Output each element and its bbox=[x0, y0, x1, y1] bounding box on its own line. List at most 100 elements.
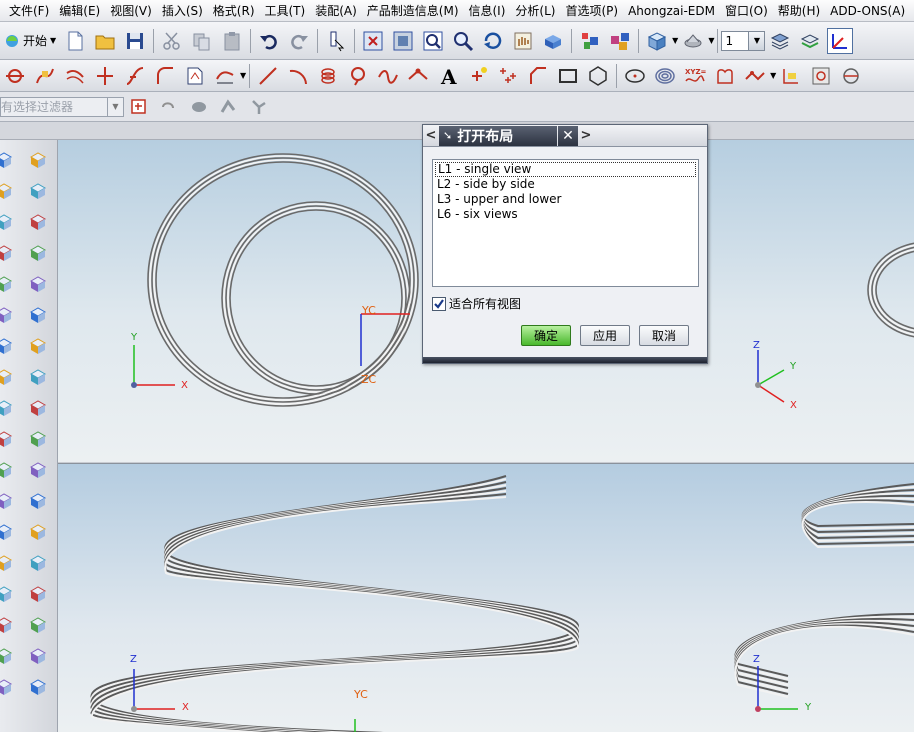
point-set-button[interactable] bbox=[465, 63, 491, 89]
ellipse-button[interactable] bbox=[622, 63, 648, 89]
chevron-down-icon[interactable]: ▼ bbox=[708, 36, 714, 45]
groove-button[interactable] bbox=[26, 303, 50, 327]
layout-list[interactable]: L1 - single view L2 - side by side L3 - … bbox=[432, 159, 699, 287]
point-button[interactable] bbox=[2, 63, 28, 89]
move-to-layer-button[interactable] bbox=[797, 28, 823, 54]
zoom-window-button[interactable] bbox=[390, 28, 416, 54]
snap-point-button[interactable] bbox=[126, 94, 152, 120]
menu-edit[interactable]: 编辑(E) bbox=[54, 0, 105, 22]
move-face-button[interactable] bbox=[26, 613, 50, 637]
extract-curve-button[interactable] bbox=[838, 63, 864, 89]
subtract-button[interactable] bbox=[0, 520, 16, 544]
paste-button[interactable] bbox=[219, 28, 245, 54]
intersect-button[interactable] bbox=[26, 520, 50, 544]
cone-button[interactable] bbox=[0, 210, 16, 234]
boss-button[interactable] bbox=[26, 241, 50, 265]
wcs-button[interactable] bbox=[827, 27, 854, 54]
assembly-button[interactable] bbox=[577, 28, 603, 54]
sew-button[interactable] bbox=[0, 489, 16, 513]
arc-button[interactable] bbox=[285, 63, 311, 89]
rotate-button[interactable] bbox=[480, 28, 506, 54]
menu-help[interactable]: 帮助(H) bbox=[773, 0, 825, 22]
open-file-button[interactable] bbox=[92, 28, 118, 54]
menu-analysis[interactable]: 分析(L) bbox=[510, 0, 560, 22]
apply-button[interactable]: 应用 bbox=[580, 325, 630, 346]
bridge-curve-button[interactable] bbox=[122, 63, 148, 89]
menu-window[interactable]: 窗口(O) bbox=[720, 0, 773, 22]
cylinder-button[interactable] bbox=[26, 179, 50, 203]
spline-button[interactable] bbox=[32, 63, 58, 89]
menu-addons[interactable]: ADD-ONS(A) bbox=[825, 0, 910, 22]
text-button[interactable]: A bbox=[435, 63, 461, 89]
chevron-down-icon[interactable]: ▼ bbox=[107, 97, 123, 116]
save-button[interactable] bbox=[122, 28, 148, 54]
menu-assembly[interactable]: 装配(A) bbox=[310, 0, 362, 22]
revolve-button[interactable] bbox=[26, 148, 50, 172]
fit-view-button[interactable] bbox=[360, 28, 386, 54]
redo-button[interactable] bbox=[286, 28, 312, 54]
layout-option-l1[interactable]: L1 - single view bbox=[435, 162, 696, 177]
components-button[interactable] bbox=[607, 28, 633, 54]
select-info-button[interactable] bbox=[323, 28, 349, 54]
undo-selection-button[interactable] bbox=[156, 94, 182, 120]
revolve-button[interactable] bbox=[0, 675, 16, 699]
start-button[interactable]: 开始 ▼ bbox=[0, 28, 60, 54]
select-body-button[interactable] bbox=[186, 94, 212, 120]
ok-button[interactable]: 确定 bbox=[521, 325, 571, 346]
copy-button[interactable] bbox=[189, 28, 215, 54]
slot-button[interactable] bbox=[0, 303, 16, 327]
sphere-button[interactable] bbox=[26, 210, 50, 234]
chevron-down-icon[interactable]: ▼ bbox=[672, 36, 678, 45]
fit-all-views-option[interactable]: 适合所有视图 bbox=[432, 295, 521, 312]
menu-tools[interactable]: 工具(T) bbox=[260, 0, 311, 22]
line-button[interactable] bbox=[255, 63, 281, 89]
chevron-down-icon[interactable]: ▼ bbox=[748, 31, 765, 50]
shading-button[interactable] bbox=[540, 28, 566, 54]
draft-button[interactable] bbox=[26, 365, 50, 389]
zoom-area-button[interactable] bbox=[420, 28, 446, 54]
undo-button[interactable] bbox=[256, 28, 282, 54]
type-filter-select[interactable]: 有选择过滤器 ▼ bbox=[0, 96, 124, 117]
sketch-shape-button[interactable] bbox=[712, 63, 738, 89]
chevron-right-icon[interactable]: > bbox=[578, 126, 594, 146]
section-curve-button[interactable] bbox=[778, 63, 804, 89]
new-file-button[interactable] bbox=[62, 28, 88, 54]
pocket-button[interactable] bbox=[0, 272, 16, 296]
layout-option-l3[interactable]: L3 - upper and lower bbox=[435, 192, 696, 207]
edge-blend-button[interactable] bbox=[0, 334, 16, 358]
trim-curve-button[interactable] bbox=[92, 63, 118, 89]
offset-face-button[interactable] bbox=[0, 458, 16, 482]
pattern-button[interactable] bbox=[26, 396, 50, 420]
fit-all-views-checkbox[interactable] bbox=[432, 296, 446, 311]
menu-preferences[interactable]: 首选项(P) bbox=[560, 0, 623, 22]
wave-curve-button[interactable] bbox=[375, 63, 401, 89]
menu-format[interactable]: 格式(R) bbox=[208, 0, 260, 22]
select-component-button[interactable] bbox=[246, 94, 272, 120]
shell-button[interactable] bbox=[0, 365, 16, 389]
thicken-button[interactable] bbox=[26, 458, 50, 482]
circle-button[interactable] bbox=[345, 63, 371, 89]
studio-spline-button[interactable] bbox=[405, 63, 431, 89]
law-curve-button[interactable]: XYZ= bbox=[682, 63, 708, 89]
unite-button[interactable] bbox=[26, 489, 50, 513]
face-blend-button[interactable] bbox=[0, 613, 16, 637]
tube-button[interactable] bbox=[26, 551, 50, 575]
sketch-button[interactable] bbox=[182, 63, 208, 89]
cut-button[interactable] bbox=[159, 28, 185, 54]
layout-option-l6[interactable]: L6 - six views bbox=[435, 207, 696, 222]
points-button[interactable] bbox=[495, 63, 521, 89]
menu-file[interactable]: 文件(F) bbox=[4, 0, 54, 22]
intersection-curve-button[interactable] bbox=[742, 63, 768, 89]
split-body-button[interactable] bbox=[26, 427, 50, 451]
project-curve-button[interactable] bbox=[808, 63, 834, 89]
polygon-button[interactable] bbox=[585, 63, 611, 89]
block-button[interactable] bbox=[26, 675, 50, 699]
graphics-viewport-bottom[interactable]: YC Z X Z Y bbox=[58, 463, 914, 732]
menu-insert[interactable]: 插入(S) bbox=[157, 0, 208, 22]
helix-button[interactable] bbox=[315, 63, 341, 89]
datum-axis-button[interactable] bbox=[26, 582, 50, 606]
cancel-button[interactable]: 取消 bbox=[639, 325, 689, 346]
hole-button[interactable] bbox=[0, 241, 16, 265]
menu-info[interactable]: 信息(I) bbox=[464, 0, 511, 22]
curve-options-button[interactable] bbox=[212, 63, 238, 89]
